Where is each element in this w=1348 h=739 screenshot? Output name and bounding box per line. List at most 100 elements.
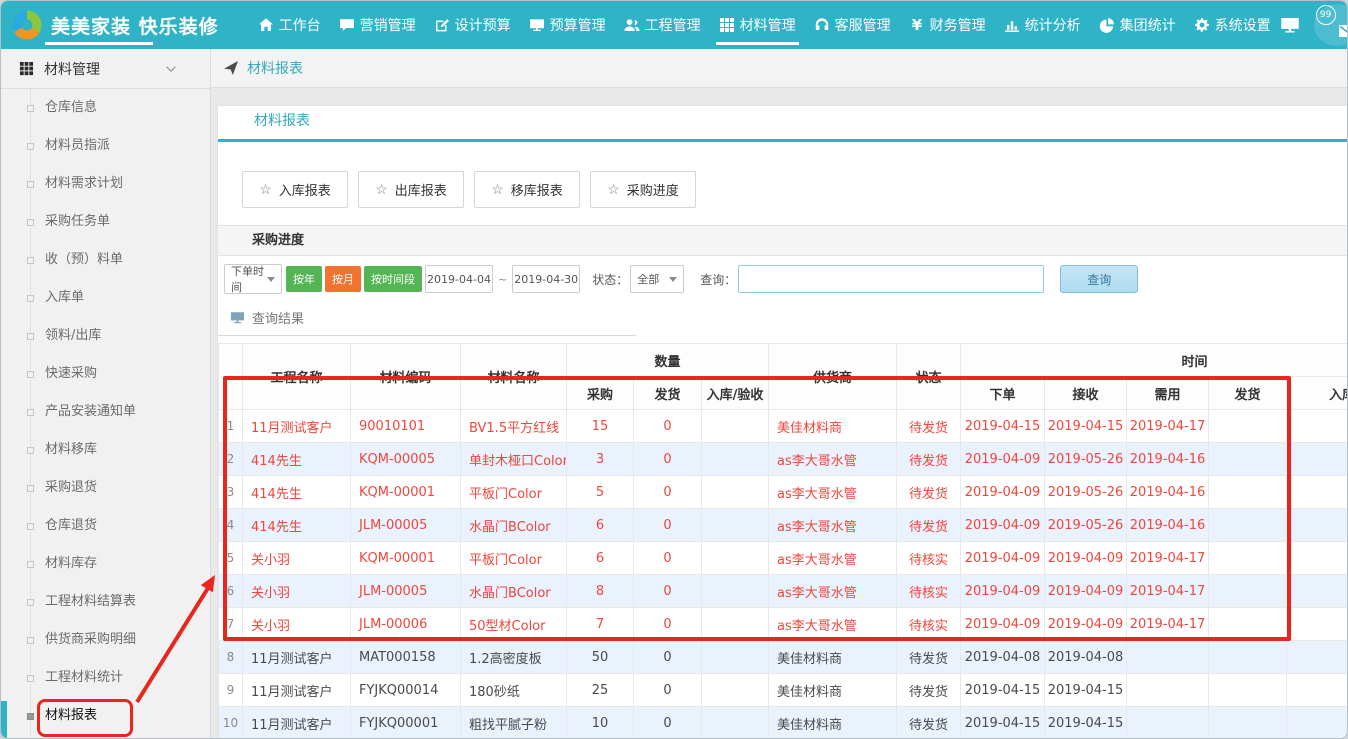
sidebar-item-17[interactable]: 材料报表 — [1, 697, 210, 735]
cell-num: 8 — [219, 641, 243, 674]
cell-ship_qty: 0 — [634, 641, 702, 674]
nav-item[interactable]: 材料管理 — [710, 1, 805, 49]
cell-t_need — [1127, 674, 1209, 707]
cell-t_need — [1127, 641, 1209, 674]
table-row[interactable]: 811月测试客户MAT0001581.2高密度板500美佳材料商待发货2019-… — [219, 641, 1348, 674]
sidebar-item-10[interactable]: 材料移库 — [1, 431, 210, 469]
nav-item-label: 统计分析 — [1025, 15, 1081, 35]
display-icon[interactable] — [1280, 15, 1300, 35]
table-row[interactable]: 111月测试客户90010101BV1.5平方红线150美佳材料商待发货2019… — [219, 410, 1348, 443]
sidebar-item-7[interactable]: 领料/出库 — [1, 317, 210, 355]
col-code: 材料编码 — [351, 344, 461, 410]
status-select[interactable]: 全部 — [630, 265, 684, 293]
report-buttons: ☆入库报表 ☆出库报表 ☆移库报表 ☆采购进度 — [218, 142, 1347, 208]
sidebar-item-11[interactable]: 采购退货 — [1, 469, 210, 507]
nav-item[interactable]: 集团统计 — [1090, 1, 1185, 49]
nav-item-label: 预算管理 — [550, 15, 606, 35]
messages-button[interactable]: 99 — [1314, 4, 1348, 46]
sidebar-item-14[interactable]: 工程材料结算表 — [1, 583, 210, 621]
main-area: 材料报表 材料报表 ☆入库报表☆出库报表☆移库报表☆采购进度 采购进度 下单时间… — [211, 49, 1347, 739]
cell-purchase: 15 — [567, 410, 634, 443]
cell-t_ship — [1209, 575, 1287, 608]
cell-recv_qty — [702, 707, 769, 739]
cell-purchase: 6 — [567, 509, 634, 542]
cell-ship_qty: 0 — [634, 410, 702, 443]
cell-name: 单封木桠口Color — [461, 443, 567, 476]
col-t_order: 下单 — [961, 377, 1045, 410]
cell-project: 11月测试客户 — [243, 674, 351, 707]
nav-item-label: 工程管理 — [645, 15, 701, 35]
cell-t_need: 2019-04-17 — [1127, 608, 1209, 641]
report-button[interactable]: ☆出库报表 — [358, 171, 464, 208]
cell-t_order: 2019-04-09 — [961, 476, 1045, 509]
table-row[interactable]: 6关小羽JLM-00005水晶门BColor80as李大哥水管待核实2019-0… — [219, 575, 1348, 608]
cell-code: KQM-00005 — [351, 443, 461, 476]
cell-status: 待核实 — [897, 542, 961, 575]
sidebar-item-8[interactable]: 快速采购 — [1, 355, 210, 393]
cell-name: BV1.5平方红线 — [461, 410, 567, 443]
nav-item[interactable]: ¥财务管理 — [900, 1, 995, 49]
sidebar-item-6[interactable]: 入库单 — [1, 279, 210, 317]
cell-t_order: 2019-04-09 — [961, 443, 1045, 476]
cell-purchase: 50 — [567, 641, 634, 674]
users-icon — [624, 17, 640, 33]
cell-t_need: 2019-04-16 — [1127, 476, 1209, 509]
cell-num: 4 — [219, 509, 243, 542]
by-year-button[interactable]: 按年 — [286, 266, 322, 292]
date-to-input[interactable] — [512, 265, 580, 293]
cell-supplier: as李大哥水管 — [769, 509, 897, 542]
order-time-select[interactable]: 下单时间 — [224, 264, 282, 294]
sidebar-header-label: 材料管理 — [44, 59, 100, 79]
sidebar-item-16[interactable]: 工程材料统计 — [1, 659, 210, 697]
table-row[interactable]: 4414先生JLM-00005水晶门BColor60as李大哥水管待发货2019… — [219, 509, 1348, 542]
tab-material-report[interactable]: 材料报表 — [218, 110, 310, 139]
table-row[interactable]: 911月测试客户FYJKQ00014180砂纸250美佳材料商待发货2019-0… — [219, 674, 1348, 707]
sidebar-item-4[interactable]: 采购任务单 — [1, 203, 210, 241]
search-button[interactable]: 查询 — [1060, 265, 1138, 293]
nav-item[interactable]: 营销管理 — [330, 1, 425, 49]
nav-item[interactable]: 系统设置 — [1185, 1, 1280, 49]
sidebar-item-5[interactable]: 收（预）料单 — [1, 241, 210, 279]
results-table-wrap: 工程名称材料编码材料名称数量供货商状态时间采购发货入库/验收下单接收需用发货入库… — [218, 343, 1347, 739]
sidebar-header-material-mgmt[interactable]: 材料管理 — [1, 49, 210, 89]
cell-name: 平板门Color — [461, 476, 567, 509]
by-month-button[interactable]: 按月 — [325, 266, 361, 292]
sidebar-item-15[interactable]: 供货商采购明细 — [1, 621, 210, 659]
report-button[interactable]: ☆移库报表 — [474, 171, 580, 208]
nav-item[interactable]: 预算管理 — [520, 1, 615, 49]
sidebar-item-13[interactable]: 材料库存 — [1, 545, 210, 583]
brand[interactable]: 美美家装 快乐装修 — [1, 1, 219, 49]
table-row[interactable]: 1011月测试客户FYJKQ00001粗找平腻子粉100美佳材料商待发货2019… — [219, 707, 1348, 739]
nav-item[interactable]: 统计分析 — [995, 1, 1090, 49]
table-row[interactable]: 3414先生KQM-00001平板门Color50as李大哥水管待发货2019-… — [219, 476, 1348, 509]
nav-item-label: 营销管理 — [360, 15, 416, 35]
query-input[interactable] — [738, 265, 1044, 293]
cell-name: 1.2高密度板 — [461, 641, 567, 674]
table-row[interactable]: 5关小羽KQM-00001平板门Color60as李大哥水管待核实2019-04… — [219, 542, 1348, 575]
piechart-icon — [1099, 17, 1115, 33]
nav-item-label: 客服管理 — [835, 15, 891, 35]
cell-purchase: 5 — [567, 476, 634, 509]
nav-item[interactable]: 工作台 — [249, 1, 330, 49]
breadcrumb-label[interactable]: 材料报表 — [247, 58, 303, 78]
nav-item[interactable]: 设计预算 — [425, 1, 520, 49]
by-range-button[interactable]: 按时间段 — [364, 266, 422, 292]
col-recv_qty: 入库/验收 — [702, 377, 769, 410]
table-row[interactable]: 7关小羽JLM-0000650型材Color70as李大哥水管待核实2019-0… — [219, 608, 1348, 641]
nav-item[interactable]: 客服管理 — [805, 1, 900, 49]
sidebar-item-9[interactable]: 产品安装通知单 — [1, 393, 210, 431]
sidebar-item-12[interactable]: 仓库退货 — [1, 507, 210, 545]
sidebar-item-2[interactable]: 材料员指派 — [1, 127, 210, 165]
report-button[interactable]: ☆入库报表 — [242, 171, 348, 208]
cell-status: 待发货 — [897, 443, 961, 476]
results-header: 查询结果 — [218, 302, 636, 336]
table-row[interactable]: 2414先生KQM-00005单封木桠口Color30as李大哥水管待发货201… — [219, 443, 1348, 476]
cell-ship_qty: 0 — [634, 575, 702, 608]
sidebar: 材料管理 仓库信息材料员指派材料需求计划采购任务单收（预）料单入库单领料/出库快… — [1, 49, 211, 739]
sidebar-item-1[interactable]: 仓库信息 — [1, 89, 210, 127]
nav-item[interactable]: 工程管理 — [615, 1, 710, 49]
date-from-input[interactable] — [425, 265, 493, 293]
cell-project: 关小羽 — [243, 608, 351, 641]
report-button[interactable]: ☆采购进度 — [590, 171, 696, 208]
sidebar-item-3[interactable]: 材料需求计划 — [1, 165, 210, 203]
